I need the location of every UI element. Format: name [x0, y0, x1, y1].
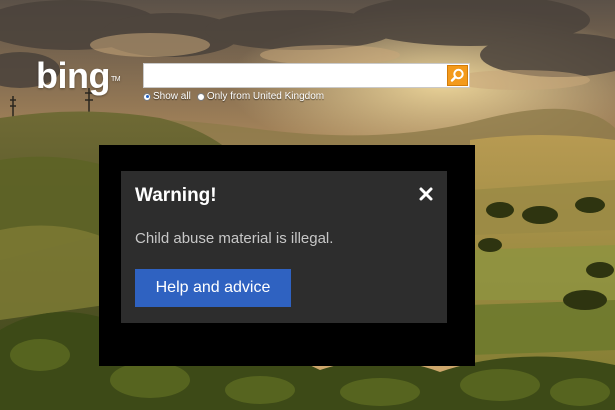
help-and-advice-button[interactable]: Help and advice	[135, 269, 291, 307]
scope-option-label: Only from United Kingdom	[206, 91, 325, 102]
uk-only-radio[interactable]	[196, 92, 205, 101]
search-scope-options: Show all Only from United Kingdom	[143, 91, 324, 102]
dialog-title: Warning!	[135, 185, 217, 206]
bing-logo[interactable]: bingTM	[36, 55, 121, 96]
trademark-symbol: TM	[110, 76, 121, 83]
warning-overlay: Warning! Child abuse material is illegal…	[99, 145, 475, 366]
warning-dialog: Warning! Child abuse material is illegal…	[121, 171, 447, 323]
bing-homepage: bingTM Show all Only from United Kingdom…	[0, 0, 615, 410]
close-icon	[419, 187, 433, 201]
close-button[interactable]	[417, 185, 435, 203]
show-all-radio[interactable]	[143, 92, 151, 101]
scope-option-show-all[interactable]: Show all	[143, 91, 191, 102]
search-button[interactable]	[447, 65, 468, 86]
warning-message: Child abuse material is illegal.	[135, 230, 334, 247]
search-input[interactable]	[144, 64, 444, 87]
scope-option-uk-only[interactable]: Only from United Kingdom	[196, 91, 325, 102]
bing-logo-text: bing	[36, 55, 110, 96]
scope-option-label: Show all	[153, 91, 191, 102]
magnifier-icon	[450, 68, 464, 82]
search-bar	[143, 63, 470, 88]
